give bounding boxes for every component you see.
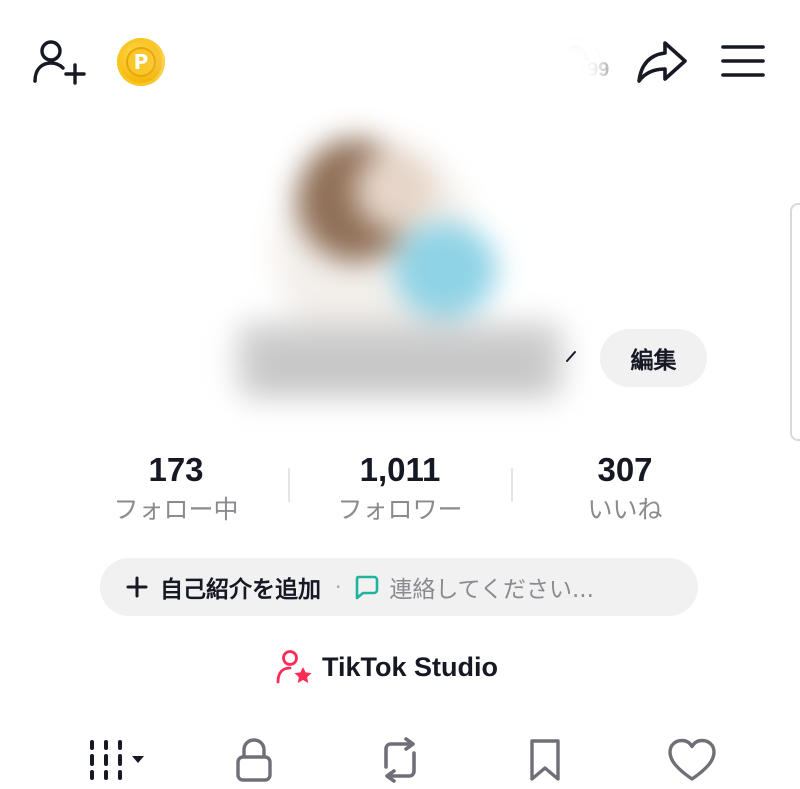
share-profile-button[interactable] (634, 36, 690, 86)
stat-likes[interactable]: 307 いいね (515, 450, 735, 528)
share-arrow-icon (637, 41, 687, 83)
hamburger-menu-icon (721, 45, 765, 77)
bio-separator: · (335, 575, 342, 599)
add-bio-label: 自己紹介を追加 (160, 577, 321, 603)
following-label: フォロー中 (113, 495, 239, 524)
tab-private[interactable] (228, 736, 280, 784)
heart-icon (668, 738, 716, 781)
tiktok-studio-link[interactable]: TikTok Studio (276, 645, 498, 689)
scroll-handle[interactable] (790, 203, 800, 441)
followers-label: フォロワー (337, 495, 463, 524)
tab-videos-grid[interactable] (80, 736, 152, 784)
coin-letter: P (133, 50, 149, 74)
contact-label: 連絡してください... (389, 577, 594, 603)
tab-reposts[interactable] (372, 736, 428, 784)
stat-followers[interactable]: 1,011 フォロワー (290, 450, 510, 528)
grid-bars-icon (90, 740, 144, 780)
add-bio-button[interactable]: 自己紹介を追加 (126, 570, 321, 604)
plus-icon (126, 576, 148, 598)
person-star-icon (276, 650, 312, 684)
stat-following[interactable]: 173 フォロー中 (66, 450, 286, 528)
likes-count: 307 (597, 451, 653, 488)
contact-button[interactable]: 連絡してください... (353, 570, 594, 604)
edit-profile-button[interactable]: 編集 (600, 329, 707, 387)
coin-icon: P (126, 47, 156, 77)
name-chevron-icon[interactable] (563, 347, 581, 365)
person-plus-icon (33, 40, 86, 85)
bio-pill: 自己紹介を追加 · 連絡してください... (100, 558, 698, 616)
add-friend-button[interactable] (28, 34, 88, 88)
tab-liked[interactable] (664, 736, 720, 784)
menu-button[interactable] (716, 38, 770, 84)
coin-button[interactable]: P (117, 38, 165, 86)
tab-saved[interactable] (522, 736, 568, 784)
likes-label: いいね (587, 495, 663, 524)
following-count: 173 (148, 451, 204, 488)
chat-bubble-icon (356, 575, 379, 600)
repost-icon (384, 737, 416, 783)
redacted-profile-area (175, 20, 615, 460)
stat-divider (511, 468, 513, 502)
bookmark-icon (530, 739, 560, 781)
followers-count: 1,011 (359, 451, 441, 488)
lock-icon (236, 738, 272, 782)
tiktok-studio-label: TikTok Studio (322, 651, 499, 682)
